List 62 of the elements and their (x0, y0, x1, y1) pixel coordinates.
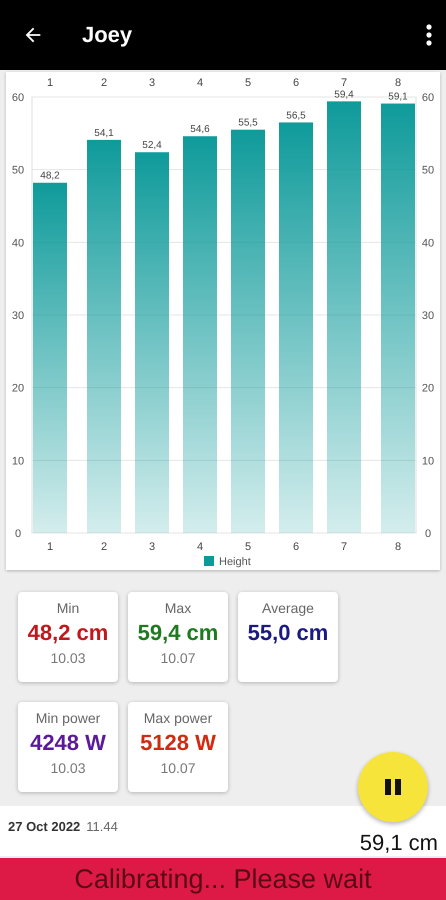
stat-label: Min power (36, 710, 100, 726)
axis-label: 4 (196, 541, 204, 553)
axis-label: 40 (12, 237, 24, 250)
history-value: 59,1 cm (360, 830, 438, 856)
axis-label: 50 (12, 164, 24, 177)
more-icon[interactable] (426, 24, 432, 46)
axis-label: 5 (244, 541, 252, 553)
bar-value-label: 59,1 (388, 92, 408, 103)
stat-label: Max (164, 600, 192, 616)
stat-label: Max power (144, 710, 212, 726)
axis-label: 10 (422, 455, 434, 468)
axis-label: 2 (100, 541, 108, 553)
bar-value-label: 48,2 (40, 170, 60, 182)
axis-label: 3 (148, 541, 156, 553)
axis-label: 5 (244, 77, 252, 89)
stat-value: 59,4 cm (138, 620, 218, 646)
stat-date: 10.03 (50, 760, 86, 776)
axis-label: 6 (292, 77, 300, 89)
axis-label: 1 (46, 541, 54, 553)
screen-title: Joey (82, 22, 134, 48)
bar-value-label: 54,6 (190, 124, 210, 136)
axis-label: 6 (292, 541, 300, 553)
legend-label: Height (219, 556, 251, 568)
axis-label: 8 (394, 77, 402, 89)
axis-label: 40 (422, 237, 434, 250)
stat-value: 5128 W (140, 730, 216, 756)
axis-label: 7 (340, 541, 348, 553)
history-date: 27 Oct 2022 (8, 819, 80, 834)
legend-swatch (204, 556, 214, 566)
axis-label: 10 (12, 455, 24, 468)
axis-label: 20 (422, 382, 434, 395)
bar-value-label: 52,4 (142, 140, 162, 152)
axis-label: 1 (46, 77, 54, 89)
stat-value: 55,0 cm (248, 620, 328, 646)
stat-date: 10.07 (160, 650, 196, 666)
axis-label: 8 (394, 541, 402, 553)
bar-value-label: 54,1 (94, 128, 114, 139)
pause-button[interactable] (358, 752, 428, 822)
stat-value: 48,2 cm (28, 620, 108, 646)
axis-label: 60 (12, 92, 24, 104)
bar-value-label: 59,4 (334, 89, 354, 100)
pause-icon (384, 778, 402, 796)
axis-label: 60 (422, 92, 434, 104)
bar-value-label: 55,5 (238, 118, 258, 129)
axis-label: 30 (12, 310, 24, 322)
history-time: 11.44 (86, 819, 118, 834)
axis-label: 2 (100, 77, 108, 89)
axis-label: 30 (422, 310, 434, 322)
axis-label: 50 (422, 164, 434, 177)
stat-label: Average (262, 600, 314, 616)
stat-date: 10.03 (50, 650, 86, 666)
stat-date: 10.07 (160, 760, 196, 776)
axis-label: 3 (148, 77, 156, 89)
axis-label: 20 (12, 382, 24, 395)
stat-value: 4248 W (30, 730, 106, 756)
axis-label: 4 (196, 77, 204, 89)
status-banner: Calibrating... Please wait (0, 858, 446, 900)
bar-value-label: 56,5 (286, 110, 306, 122)
axis-label: 7 (340, 77, 348, 89)
axis-label: 0 (14, 528, 22, 540)
stat-label: Min (56, 600, 80, 616)
axis-label: 0 (424, 528, 432, 540)
